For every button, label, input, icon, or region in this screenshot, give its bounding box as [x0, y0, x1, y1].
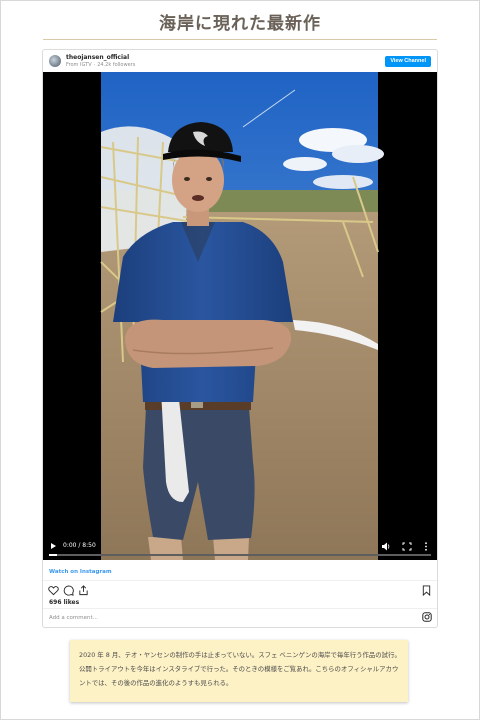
comment-icon[interactable]: [63, 585, 74, 596]
followers-count: 24.2k followers: [97, 62, 136, 68]
video-progress-fill: [49, 554, 57, 556]
heart-icon[interactable]: [48, 585, 59, 596]
caption-text: 2020 年 8 月、テオ・ヤンセンの制作の手は止まっていない。スフェ ベニンゲ…: [79, 651, 401, 687]
video-frame: [100, 72, 384, 560]
share-icon[interactable]: [78, 585, 89, 596]
likes-count[interactable]: 696 likes: [49, 599, 79, 606]
more-vertical-icon[interactable]: [421, 542, 431, 551]
play-icon[interactable]: [51, 543, 56, 549]
bookmark-icon[interactable]: [421, 585, 432, 596]
subline-separator: ·: [93, 62, 96, 68]
channel-subline: From IGTV · 24.2k followers: [66, 62, 135, 68]
title-divider: [43, 39, 437, 40]
video-player[interactable]: 0:00 / 8:50: [43, 72, 437, 560]
page: 海岸に現れた最新作 theojansen_official From IGTV ·…: [0, 0, 480, 720]
instagram-icon[interactable]: [422, 612, 432, 622]
view-channel-button[interactable]: View Channel: [385, 56, 431, 67]
video-controls: 0:00 / 8:50: [43, 540, 437, 556]
source-label: From IGTV: [66, 62, 92, 68]
page-title: 海岸に現れた最新作: [159, 14, 321, 34]
instagram-embed: theojansen_official From IGTV · 24.2k foll…: [42, 49, 438, 628]
comment-divider: [43, 608, 437, 609]
username-link[interactable]: theojansen_official: [66, 54, 129, 61]
fullscreen-icon[interactable]: [402, 542, 412, 551]
caption-box: 2020 年 8 月、テオ・ヤンセンの制作の手は止まっていない。スフェ ベニンゲ…: [70, 640, 408, 702]
embed-divider: [43, 580, 437, 581]
video-progress-bar[interactable]: [49, 554, 431, 556]
volume-icon[interactable]: [381, 542, 391, 551]
avatar[interactable]: [49, 55, 61, 67]
watch-on-instagram-link[interactable]: Watch on Instagram: [49, 569, 112, 575]
comment-input[interactable]: [47, 612, 411, 623]
video-time: 0:00 / 8:50: [63, 542, 96, 549]
embed-header: theojansen_official From IGTV · 24.2k foll…: [43, 50, 437, 72]
